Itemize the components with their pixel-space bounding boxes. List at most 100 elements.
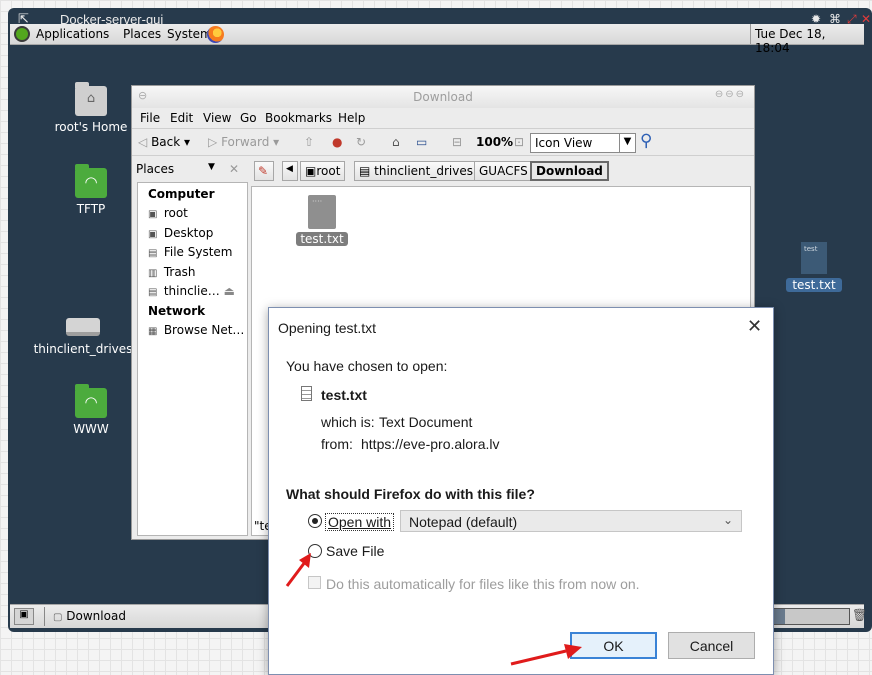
- reload-icon[interactable]: ↻: [356, 135, 366, 149]
- trash-icon: ▥: [148, 268, 158, 279]
- path-label: GUACFS: [479, 164, 528, 178]
- desktop-icon-test-txt[interactable]: test test.txt: [786, 242, 842, 292]
- file-item[interactable]: ···· test.txt: [292, 195, 352, 246]
- file-item-label: test.txt: [296, 232, 348, 246]
- sidebar-item-label: Trash: [163, 265, 196, 279]
- sidebar-item-thinclient[interactable]: ▤ thinclie… ⏏: [148, 284, 235, 298]
- fm-titlebar: ⊖ Download ⊖⊖⊖: [132, 86, 754, 108]
- path-label: root: [316, 164, 341, 178]
- sidebar-item-label: Browse Net…: [163, 323, 245, 337]
- open-with-app-value: Notepad (default): [409, 514, 518, 530]
- auto-action-checkbox[interactable]: [308, 576, 321, 589]
- menu-system[interactable]: System: [167, 27, 212, 41]
- menu-edit[interactable]: Edit: [170, 111, 193, 125]
- path-left-arrow-icon[interactable]: ◀: [282, 161, 298, 181]
- zoom-in-icon[interactable]: ⊡: [514, 135, 524, 149]
- computer-icon[interactable]: ▭: [416, 135, 427, 149]
- desktop-icon-label: WWW: [73, 422, 109, 436]
- dropdown-arrow-icon: ▼: [619, 133, 635, 153]
- menu-places[interactable]: Places: [123, 27, 161, 41]
- back-button[interactable]: ◁ Back ▾: [138, 135, 190, 149]
- folder-icon: ▢: [53, 612, 63, 623]
- view-mode-value: Icon View: [535, 136, 593, 150]
- panel-clock[interactable]: Tue Dec 18, 18:04: [750, 24, 860, 55]
- cancel-button[interactable]: Cancel: [668, 632, 755, 659]
- intro-text: You have chosen to open:: [286, 358, 448, 374]
- eject-icon[interactable]: ⏏: [224, 284, 235, 298]
- gnome-foot-icon[interactable]: [14, 26, 30, 42]
- edit-path-icon[interactable]: ✎: [254, 161, 274, 181]
- firefox-icon[interactable]: [207, 26, 224, 43]
- sidebar-item-filesystem[interactable]: ▤ File System: [148, 245, 232, 259]
- sidebar-item-desktop[interactable]: ▣ Desktop: [148, 226, 213, 240]
- document-icon: [301, 386, 312, 401]
- home-icon[interactable]: ⌂: [392, 135, 400, 149]
- open-with-label[interactable]: Open with: [325, 513, 395, 531]
- desktop-icon-tftp[interactable]: ◠ TFTP: [46, 164, 136, 216]
- close-sidebar-icon[interactable]: ✕: [229, 162, 239, 176]
- folder-icon: ▣: [148, 209, 158, 220]
- open-with-radio[interactable]: [308, 514, 322, 528]
- view-mode-select[interactable]: Icon View ▼: [530, 133, 636, 153]
- desktop-icon-label: root's Home: [54, 120, 128, 134]
- desktop-icon-home[interactable]: ⌂ root's Home: [46, 82, 136, 134]
- menu-file[interactable]: File: [140, 111, 160, 125]
- sidebar-item-label: Desktop: [163, 226, 214, 240]
- desktop-icon-thinclient-drives[interactable]: thinclient_drives: [28, 310, 138, 356]
- sidebar-item-label: root: [163, 206, 188, 220]
- open-with-app-select[interactable]: Notepad (default) ⌄: [400, 510, 742, 532]
- trash-icon[interactable]: 🗑: [852, 608, 867, 622]
- text-file-icon: ····: [308, 195, 336, 229]
- up-icon[interactable]: ⇧: [304, 135, 314, 149]
- menu-applications[interactable]: Applications: [36, 27, 109, 41]
- sidebar-item-trash[interactable]: ▥ Trash: [148, 265, 196, 279]
- sidebar-item-root[interactable]: ▣ root: [148, 206, 188, 220]
- menu-view[interactable]: View: [203, 111, 231, 125]
- zoom-level: 100%: [476, 135, 514, 149]
- sidebar-item-label: File System: [163, 245, 233, 259]
- path-button-root[interactable]: ▣root: [300, 161, 346, 181]
- fm-title: Download: [413, 90, 473, 104]
- fm-menubar: File Edit View Go Bookmarks Help: [132, 108, 754, 128]
- save-file-label[interactable]: Save File: [326, 543, 384, 559]
- home-folder-icon: ⌂: [75, 82, 107, 116]
- fm-toolbar: ◁ Back ▾ ▷ Forward ▾ ⇧ ● ↻ ⌂ ▭ ⊟ 100% ⊡ …: [132, 128, 754, 156]
- open-file-dialog: Opening test.txt ✕ You have chosen to op…: [268, 307, 774, 675]
- menu-bookmarks[interactable]: Bookmarks: [265, 111, 332, 125]
- which-is-label: which is:: [321, 414, 375, 430]
- auto-action-label: Do this automatically for files like thi…: [326, 576, 640, 592]
- forward-label: Forward: [221, 135, 270, 149]
- path-label: Download: [536, 164, 603, 178]
- chevron-down-icon: ⌄: [722, 513, 733, 527]
- save-file-radio[interactable]: [308, 544, 322, 558]
- ok-button[interactable]: OK: [570, 632, 657, 659]
- window-menu-icon[interactable]: ⊖: [138, 89, 147, 102]
- wifi-folder-icon: ◠: [75, 164, 107, 198]
- zoom-out-icon[interactable]: ⊟: [452, 135, 462, 149]
- menu-go[interactable]: Go: [240, 111, 257, 125]
- places-sidebar: Computer ▣ root ▣ Desktop ▤ File System …: [137, 182, 248, 536]
- forward-arrow-icon: ▷: [208, 135, 218, 149]
- path-button-download[interactable]: Download: [530, 161, 609, 181]
- path-button-thinclient-drives[interactable]: ▤ thinclient_drives: [354, 161, 478, 181]
- sidebar-item-label: thinclie…: [163, 284, 220, 298]
- close-icon[interactable]: ✕: [747, 316, 762, 337]
- show-desktop-icon[interactable]: ▣: [14, 608, 34, 625]
- forward-button[interactable]: ▷ Forward ▾: [208, 135, 279, 149]
- chevron-down-icon: ▼: [208, 162, 215, 172]
- drive-icon: ▤: [148, 287, 158, 298]
- sidebar-item-browse-network[interactable]: ▦ Browse Net…: [148, 323, 244, 337]
- drive-icon: ▤: [148, 248, 158, 259]
- sidebar-heading-computer: Computer: [148, 187, 215, 201]
- taskbar-item-download[interactable]: ▢ Download: [44, 607, 234, 626]
- places-header[interactable]: Places ▼ ✕: [136, 162, 239, 176]
- search-icon[interactable]: ⚲: [640, 131, 652, 151]
- which-is-value: Text Document: [379, 414, 473, 430]
- window-controls-icon[interactable]: ⊖⊖⊖: [715, 89, 746, 100]
- question-heading: What should Firefox do with this file?: [286, 486, 535, 502]
- menu-help[interactable]: Help: [338, 111, 365, 125]
- desktop-icon-www[interactable]: ◠ WWW: [46, 384, 136, 436]
- path-button-guacfs[interactable]: GUACFS: [474, 161, 533, 181]
- workspace-switcher[interactable]: [772, 608, 850, 625]
- stop-icon[interactable]: ●: [332, 135, 342, 149]
